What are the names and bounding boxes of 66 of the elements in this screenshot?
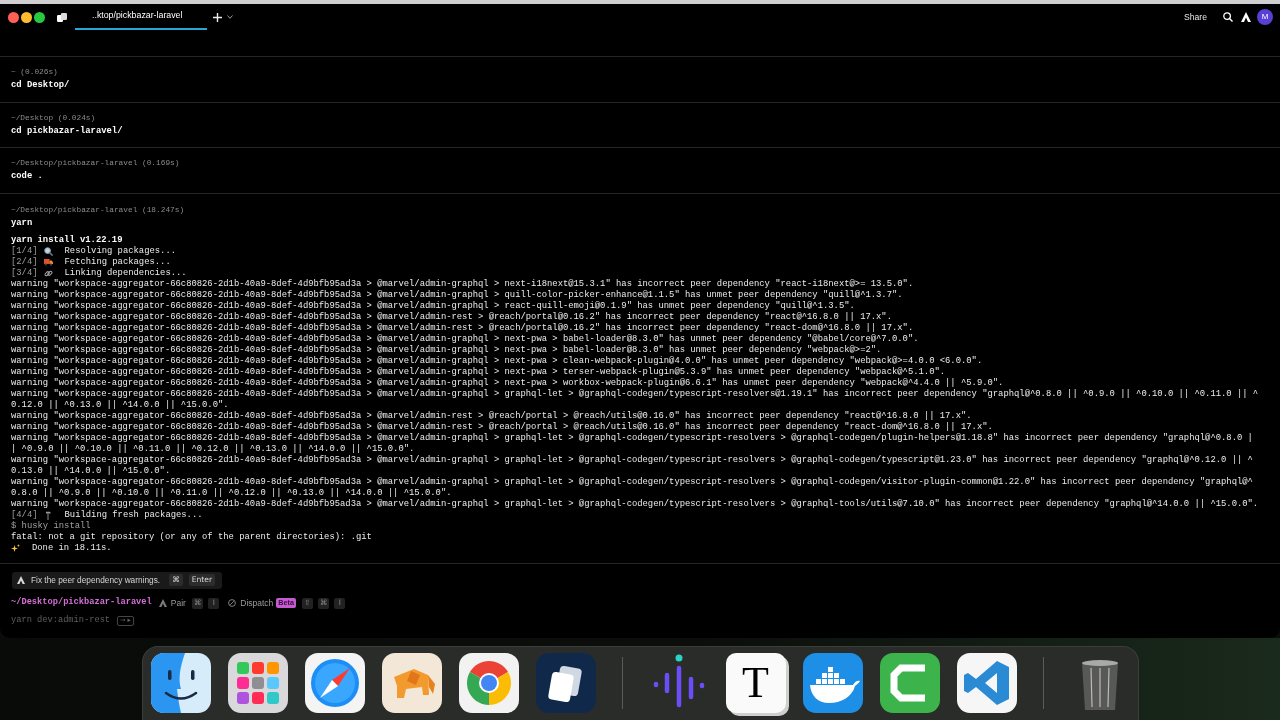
plus-icon[interactable]	[213, 12, 222, 22]
circle-slash-icon[interactable]	[228, 599, 237, 607]
search-icon[interactable]	[1223, 12, 1233, 22]
output-line: Fetching packages...	[64, 256, 171, 268]
link-icon	[43, 268, 53, 278]
command-text: cd Desktop/	[11, 80, 70, 91]
step-counter: [4/4]	[11, 509, 38, 521]
output-line: warning "workspace-aggregator-66c80826-2d1b-40a9-8def-4d9bfb95ad3a > @marvel/admin-graphql > react-quill-emoji@0.1.9" has unmet peer dependency "quill@^1.3.5".	[11, 300, 855, 312]
suggestion-text: Fix the peer dependency warnings.	[31, 573, 161, 587]
output-line: warning "workspace-aggregator-66c80826-2d1b-40a9-8def-4d9bfb95ad3a > @marvel/admin-graphql > graphql-let > @graphql-codegen/typescript-resolvers > @graphql-tools/utils@7.10.0" has incorrect peer dependency "graphql@^14.0.0 || ^15.0.0".	[11, 498, 1259, 510]
output-line: warning "workspace-aggregator-66c80826-2d1b-40a9-8def-4d9bfb95ad3a > @marvel/admin-graphql > graphql-let > @graphql-codegen/typescript-resolvers@1.19.1" has incorrect peer dependency "graphql@^0.8.0 || ^0.9.0 || ^0.10.0 || ^0.11.0 || ^0.12.0 || ^0.13.0 || ^14.0.0 || ^15.0.0".	[11, 388, 1260, 411]
output-line: warning "workspace-aggregator-66c80826-2d1b-40a9-8def-4d9bfb95ad3a > @marvel/admin-graphql > next-pwa > clean-webpack-plugin@4.0.0" has unmet peer dependency "webpack@>=4.0.0 <6.0.0".	[11, 355, 983, 367]
step-counter: [2/4]	[11, 256, 38, 268]
command-text: yarn	[11, 217, 33, 229]
elephant-app-icon[interactable]	[381, 653, 442, 713]
output-line: warning "workspace-aggregator-66c80826-2d1b-40a9-8def-4d9bfb95ad3a > @marvel/admin-rest > @reach/portal@0.16.2" has incorrect peer dependency "react-dom@^16.8.0 || 17.x".	[11, 322, 914, 334]
peak-icon[interactable]	[1241, 12, 1251, 22]
maximize-button[interactable]	[34, 11, 45, 23]
close-button[interactable]	[8, 11, 19, 23]
output-line: $ husky install	[11, 520, 91, 532]
hammer-icon	[43, 510, 53, 520]
peak-icon	[17, 576, 25, 584]
app-grid-icon[interactable]	[227, 653, 288, 713]
output-line: yarn install v1.22.19	[11, 234, 123, 246]
output-line: warning "workspace-aggregator-66c80826-2d1b-40a9-8def-4d9bfb95ad3a > @marvel/admin-graphql > next-pwa > terser-webpack-plugin@5.3.9" has unmet peer dependency "webpack@^5.1.0".	[11, 366, 946, 378]
share-button[interactable]: Share	[1184, 10, 1207, 24]
command-text: cd pickbazar-laravel/	[11, 125, 123, 137]
output-line: warning "workspace-aggregator-66c80826-2d1b-40a9-8def-4d9bfb95ad3a > @marvel/admin-rest > @reach/portal@0.16.2" has incorrect peer dependency "react@^16.8.0 || 17.x".	[11, 311, 892, 323]
command-input[interactable]: yarn dev:admin-rest	[11, 614, 114, 628]
output-line: Building fresh packages...	[64, 509, 203, 521]
output-line: Done in 18.11s.	[32, 542, 112, 554]
step-counter: [1/4]	[11, 245, 38, 257]
whale-app-icon[interactable]	[802, 653, 863, 713]
output-line: warning "workspace-aggregator-66c80826-2d1b-40a9-8def-4d9bfb95ad3a > @marvel/admin-graphql > next-pwa > babel-loader@8.3.0" has unmet peer dependency "@babel/core@^7.0.0".	[11, 333, 919, 345]
action-button[interactable]: Pair	[170, 596, 186, 610]
ribbon-app-icon[interactable]	[956, 653, 1017, 713]
smiling-face-app-icon[interactable]	[150, 653, 211, 713]
output-line: warning "workspace-aggregator-66c80826-2d1b-40a9-8def-4d9bfb95ad3a > @marvel/admin-graphql > next-pwa > workbox-webpack-plugin@6.6.1" has unmet peer dependency "webpack@^4.4.0 || ^5.9.0".	[11, 377, 1004, 389]
tricolor-circle-app-icon[interactable]	[458, 653, 519, 713]
output-line: Resolving packages...	[64, 245, 176, 257]
compass-app-icon[interactable]	[304, 653, 365, 713]
minimize-button[interactable]	[21, 11, 32, 23]
action-button[interactable]: Dispatch	[240, 596, 274, 610]
bracket-app-icon[interactable]	[879, 653, 940, 713]
output-line: Linking dependencies...	[64, 267, 187, 279]
output-line: warning "workspace-aggregator-66c80826-2d1b-40a9-8def-4d9bfb95ad3a > @marvel/admin-graphql > graphql-let > @graphql-codegen/typescript-resolvers > @graphql-codegen/plugin-helpers@1.18.8" has incorrect peer dependency "graphql@^0.8.0 || ^0.9.0 || ^0.10.0 || ^0.11.0 || ^0.12.0 || ^0.13.0 || ^14.0.0 || ^15.0.0".	[11, 432, 1254, 455]
output-line: warning "workspace-aggregator-66c80826-2d1b-40a9-8def-4d9bfb95ad3a > @marvel/admin-rest > @reach/portal > @reach/utils@0.16.0" has incorrect peer dependency "react@^16.8.0 || 17.x".	[11, 410, 972, 422]
magnifier-icon	[43, 246, 53, 256]
output-line: warning "workspace-aggregator-66c80826-2d1b-40a9-8def-4d9bfb95ad3a > @marvel/admin-graphql > quill-color-picker-enhance@1.1.5" has unmet peer dependency "quill@^1.3.7".	[11, 289, 903, 301]
stacked-squares-icon[interactable]	[57, 12, 67, 22]
output-line: warning "workspace-aggregator-66c80826-2d1b-40a9-8def-4d9bfb95ad3a > @marvel/admin-graphql > next-i18next@15.3.1" has incorrect peer dependency "react-i18next@>= 13.5.0".	[11, 278, 914, 290]
chevron-down-icon[interactable]	[227, 15, 233, 19]
output-line: warning "workspace-aggregator-66c80826-2d1b-40a9-8def-4d9bfb95ad3a > @marvel/admin-graphql > next-pwa > babel-loader@8.3.0" has unmet peer dependency "webpack@>=2".	[11, 344, 882, 356]
prompt-path: ~/Desktop/pickbazar-laravel	[11, 596, 152, 610]
avatar[interactable]: M	[1257, 9, 1273, 25]
output-line: warning "workspace-aggregator-66c80826-2d1b-40a9-8def-4d9bfb95ad3a > @marvel/admin-graphql > graphql-let > @graphql-codegen/typescript-resolvers > @graphql-codegen/visitor-plugin-common@1.22.0" has incorrect peer dependency "graphql@^0.8.0 || ^0.9.0 || ^0.10.0 || ^0.11.0 || ^0.12.0 || ^0.13.0 || ^14.0.0 || ^15.0.0".	[11, 476, 1254, 499]
step-counter: [3/4]	[11, 267, 38, 279]
letter-app-icon[interactable]: T	[725, 653, 786, 713]
truck-icon	[43, 258, 53, 266]
output-line: warning "workspace-aggregator-66c80826-2d1b-40a9-8def-4d9bfb95ad3a > @marvel/admin-graphql > graphql-let > @graphql-codegen/typescript-resolvers > @graphql-codegen/typescript@1.23.0" has incorrect peer dependency "graphql@^0.12.0 || ^0.13.0 || ^14.0.0 || ^15.0.0".	[11, 454, 1254, 477]
command-text: code .	[11, 171, 43, 182]
overlapping-cards-app-icon[interactable]	[535, 653, 596, 713]
terminal-tab[interactable]: ..ktop/pickbazar-laravel	[75, 4, 207, 30]
sparkle-icon	[11, 543, 20, 553]
output-line: warning "workspace-aggregator-66c80826-2d1b-40a9-8def-4d9bfb95ad3a > @marvel/admin-rest > @reach/portal > @reach/utils@0.16.0" has incorrect peer dependency "react-dom@^16.8.0 || 17.x".	[11, 421, 993, 433]
output-line: fatal: not a git repository (or any of the parent directories): .git	[11, 531, 372, 543]
